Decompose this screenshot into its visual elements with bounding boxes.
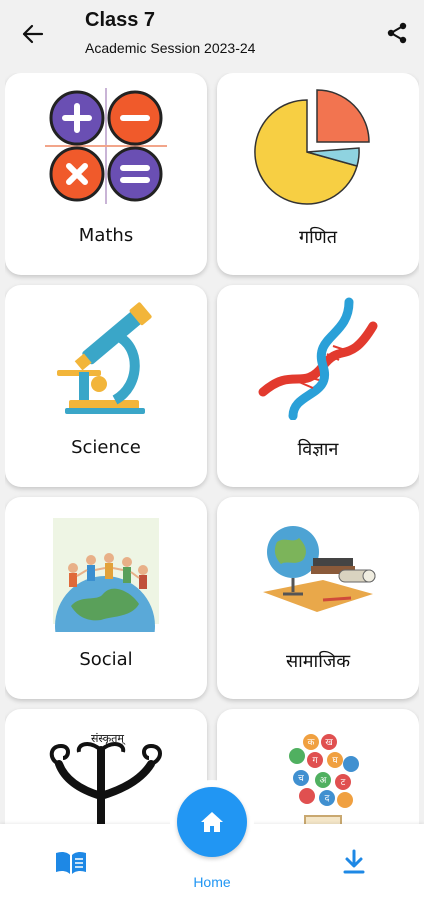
subject-grid: Maths गणित Science विज्ञान Social सामाजि… [5,73,419,825]
share-icon [387,22,407,44]
hindi-letter: क [308,738,316,748]
nav-download-button[interactable] [340,848,368,876]
math-operators-icon [5,81,207,211]
nav-book-button[interactable] [54,850,88,876]
subject-label: गणित [298,227,338,248]
subject-card-ganit[interactable]: गणित [217,73,419,275]
children-on-globe-icon [5,505,207,635]
subject-card-science[interactable]: Science [5,285,207,487]
globe-books-map-icon [217,505,419,635]
home-icon [201,812,223,832]
tree-art-text: संस्कृतम् [91,732,126,745]
download-icon [343,849,365,874]
hindi-letter: ट [341,778,346,788]
hindi-letter: द [325,794,330,804]
pie-chart-icon [217,81,419,211]
subject-card-social[interactable]: Social [5,497,207,699]
subject-card-vigyan[interactable]: विज्ञान [217,285,419,487]
subject-label: Social [79,649,133,670]
book-icon [56,851,86,874]
subject-card-samajik[interactable]: सामाजिक [217,497,419,699]
home-button[interactable] [177,787,247,857]
subject-card-maths[interactable]: Maths [5,73,207,275]
page-title: Class 7 [85,9,156,31]
subject-label: विज्ञान [297,439,339,460]
hindi-letter: घ [332,756,338,766]
subject-label: सामाजिक [285,651,351,672]
page-subtitle: Academic Session 2023-24 [85,40,256,56]
hindi-letter: अ [320,776,328,786]
dna-icon [217,293,419,423]
hindi-letter: च [298,774,304,784]
hindi-letter: ख [325,738,333,748]
share-button[interactable] [382,18,412,48]
subject-label: Maths [78,225,134,246]
arrow-left-icon [22,24,44,44]
app-header: Class 7 Academic Session 2023-24 [0,0,424,66]
back-button[interactable] [16,18,50,50]
subject-label: Science [71,437,141,458]
microscope-icon [5,293,207,423]
home-label: Home [193,874,231,890]
